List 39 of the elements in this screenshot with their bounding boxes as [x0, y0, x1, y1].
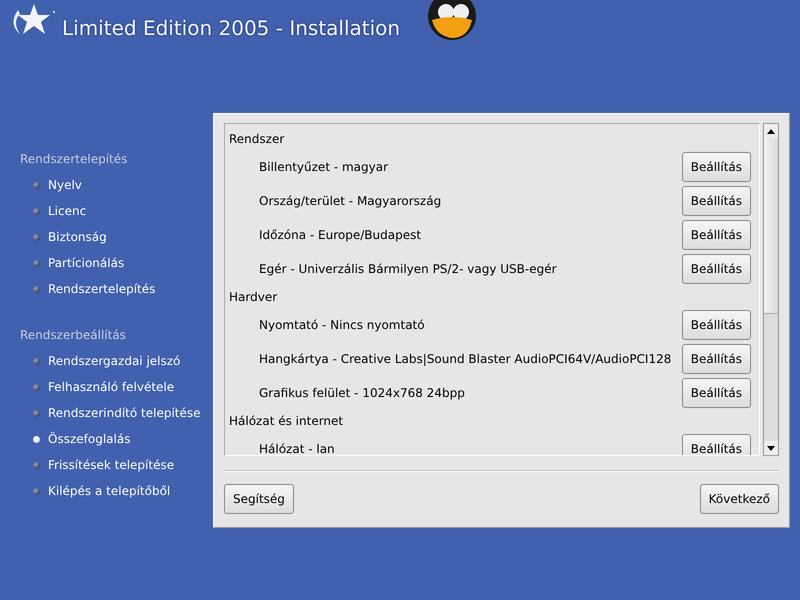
help-button[interactable]: Segítség: [224, 484, 294, 514]
settings-button[interactable]: Beállítás: [682, 310, 751, 340]
setting-label: Ország/terület - Magyarország: [259, 194, 442, 208]
next-button[interactable]: Következő: [700, 484, 779, 514]
setting-label: Nyomtató - Nincs nyomtató: [259, 318, 425, 332]
sidebar-item: Rendszergazdai jelszó: [48, 354, 180, 368]
scroll-up-icon[interactable]: [767, 128, 775, 134]
scroll-thumb[interactable]: [764, 138, 778, 314]
sidebar-item: Rendszerindító telepítése: [48, 406, 201, 420]
sidebar-item: Kilépés a telepítőből: [48, 484, 170, 498]
setting-label: Hangkártya - Creative Labs|Sound Blaster AudioPCI64V/AudioPCI128: [259, 352, 672, 366]
settings-button[interactable]: Beállítás: [682, 378, 751, 408]
sidebar-item: Partícionálás: [48, 256, 124, 270]
group-title: Hardver: [229, 289, 278, 306]
setting-label: Egér - Univerzális Bármilyen PS/2- vagy USB-egér: [259, 262, 557, 276]
sidebar-item: Felhasználó felvétele: [48, 380, 174, 394]
sidebar-item: Frissítések telepítése: [48, 458, 174, 472]
settings-button[interactable]: Beállítás: [682, 220, 751, 250]
scrollbar[interactable]: [763, 123, 779, 456]
setting-label: Grafikus felület - 1024x768 24bpp: [259, 386, 465, 400]
settings-button[interactable]: Beállítás: [682, 344, 751, 374]
sidebar-item: Rendszertelepítés: [48, 282, 156, 296]
window-title: Limited Edition 2005 - Installation: [62, 16, 400, 40]
group-title: Rendszer: [229, 131, 286, 148]
settings-button[interactable]: Beállítás: [682, 434, 751, 455]
sidebar-item: Összefoglalás: [48, 432, 130, 446]
sidebar-item: Nyelv: [48, 178, 82, 192]
settings-button[interactable]: Beállítás: [682, 254, 751, 284]
settings-button[interactable]: Beállítás: [682, 152, 751, 182]
sidebar-item: Licenc: [48, 204, 86, 218]
sidebar-section-title: Rendszerbeállítás: [19, 328, 127, 342]
setting-label: Hálózat - lan: [259, 442, 335, 455]
sidebar-item: Biztonság: [48, 230, 107, 244]
settings-button[interactable]: Beállítás: [682, 186, 751, 216]
setting-label: Időzóna - Europe/Budapest: [259, 228, 422, 242]
sidebar-section-title: Rendszertelepítés: [19, 152, 128, 166]
scroll-down-icon[interactable]: [767, 446, 775, 450]
group-title: Hálózat és internet: [229, 413, 344, 430]
setting-label: Billentyűzet - magyar: [259, 160, 388, 174]
